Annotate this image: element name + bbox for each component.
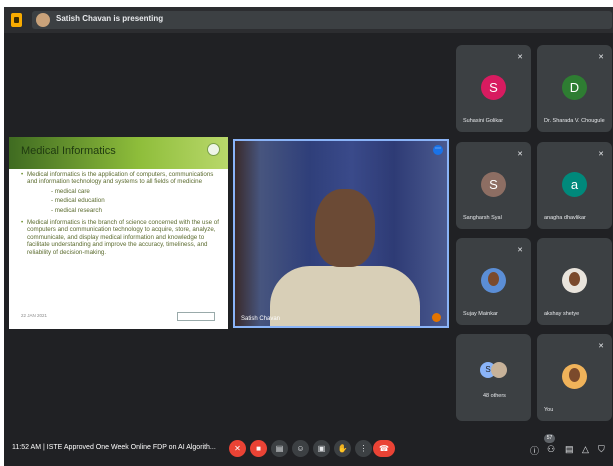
slide-bullet-2: Medical informatics is the branch of sci…: [21, 219, 221, 256]
slide-logo-icon: [207, 143, 220, 156]
slide-bullet-1: Medical informatics is the application o…: [21, 171, 221, 186]
slide-sub-item: - medical research: [51, 206, 102, 214]
avatar: [491, 362, 507, 378]
participant-tile[interactable]: akshay shetye: [537, 238, 612, 325]
participant-name: You: [544, 407, 554, 413]
camera-name: Satish Chavan: [241, 316, 281, 322]
slide-sub-item: - medical care: [51, 187, 90, 195]
shared-slide[interactable]: Medical Informatics Medical informatics …: [9, 137, 228, 329]
avatar: a: [562, 172, 587, 197]
time-and-meeting-title: 11:52 AM | ISTE Approved One Week Online…: [12, 444, 216, 451]
mic-off-icon[interactable]: ✕: [229, 440, 246, 457]
presenter-camera-tile[interactable]: ⋯ Satish Chavan: [233, 139, 449, 328]
avatar: S: [481, 75, 506, 100]
info-icon[interactable]: ⓘ: [530, 444, 539, 457]
participant-tile[interactable]: ✕ D Dr. Sharada V. Chougule: [537, 45, 612, 132]
bottom-bar: 11:52 AM | ISTE Approved One Week Online…: [4, 432, 613, 466]
more-options-icon[interactable]: ⋯: [433, 145, 443, 155]
others-avatars: S: [480, 362, 508, 384]
slide-footer-box: [177, 312, 215, 321]
top-bar: Satish Chavan is presenting: [4, 7, 613, 33]
presenter-avatar: [36, 13, 50, 27]
participant-name: Suhasini Golikar: [463, 118, 504, 124]
participant-tile[interactable]: ✕ S Sangharsh Syal: [456, 142, 531, 229]
meet-window: Satish Chavan is presenting Medical Info…: [4, 7, 613, 466]
mic-off-icon: ✕: [517, 54, 523, 61]
host-controls-icon[interactable]: ⛉: [598, 444, 605, 455]
slide-sub-item: - medical education: [51, 197, 105, 205]
presentation-icon[interactable]: [11, 13, 22, 27]
camera-person-head: [315, 189, 375, 267]
participant-name: akshay shetye: [544, 311, 580, 317]
people-icon[interactable]: ⚇: [547, 444, 555, 455]
others-count: 48 others: [483, 393, 506, 399]
participant-tile[interactable]: ✕ Sujay Mainkar: [456, 238, 531, 325]
slide-date: 22 JAN 2021: [21, 313, 48, 318]
mic-off-icon: ✕: [517, 247, 523, 254]
participant-name: Sujay Mainkar: [463, 311, 498, 317]
more-icon[interactable]: ⋮: [355, 440, 372, 457]
participant-tile[interactable]: ✕ a anagha dhavlikar: [537, 142, 612, 229]
cam-off-icon[interactable]: ■: [250, 440, 267, 457]
end-call-icon[interactable]: ☎: [373, 440, 395, 457]
captions-icon[interactable]: ▤: [271, 440, 288, 457]
participant-tile[interactable]: ✕ S Suhasini Golikar: [456, 45, 531, 132]
avatar: [562, 268, 587, 293]
avatar: [481, 268, 506, 293]
avatar: D: [562, 75, 587, 100]
chat-icon[interactable]: ▤: [565, 444, 574, 455]
emoji-icon[interactable]: ☺: [292, 440, 309, 457]
presenting-text: Satish Chavan is presenting: [56, 14, 164, 23]
mic-off-icon: ✕: [598, 343, 604, 350]
participant-name: Sangharsh Syal: [463, 215, 502, 221]
slide-header: Medical Informatics: [9, 137, 228, 169]
people-count-badge: 57: [544, 434, 555, 443]
avatar: [562, 364, 587, 389]
present-icon[interactable]: ▣: [313, 440, 330, 457]
slide-body: Medical informatics is the application o…: [21, 171, 221, 256]
mic-off-icon: ✕: [598, 151, 604, 158]
slide-title: Medical Informatics: [21, 145, 116, 157]
self-tile[interactable]: ✕ You: [537, 334, 612, 421]
avatar: S: [481, 172, 506, 197]
speaking-icon: [432, 313, 441, 322]
participant-name: Dr. Sharada V. Chougule: [544, 118, 605, 124]
activities-icon[interactable]: △: [582, 444, 589, 455]
mic-off-icon: ✕: [517, 151, 523, 158]
participant-name: anagha dhavlikar: [544, 215, 586, 221]
mic-off-icon: ✕: [598, 54, 604, 61]
others-tile[interactable]: S 48 others: [456, 334, 531, 421]
presenting-banner[interactable]: Satish Chavan is presenting: [32, 11, 612, 29]
camera-person-body: [270, 266, 420, 326]
raise-hand-icon[interactable]: ✋: [334, 440, 351, 457]
